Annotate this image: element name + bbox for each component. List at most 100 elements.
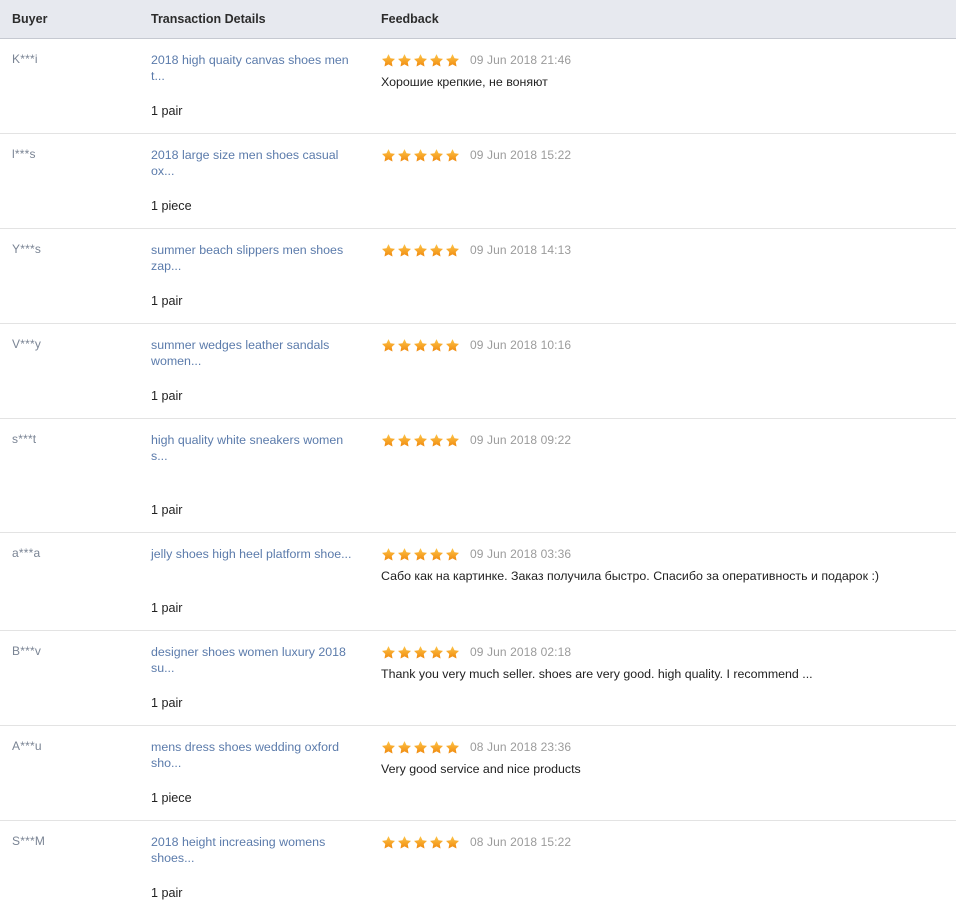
- buyer-name: A***u: [12, 739, 42, 753]
- quantity-label: 1 pair: [151, 389, 183, 403]
- quantity-label: 1 pair: [151, 696, 183, 710]
- star-icon: [382, 243, 395, 256]
- star-rating: [381, 53, 460, 68]
- product-link[interactable]: 2018 height increasing womens shoes...: [151, 834, 361, 866]
- feedback-cell: 08 Jun 2018 15:22: [375, 821, 956, 903]
- star-icon: [446, 243, 459, 256]
- star-icon: [430, 53, 443, 66]
- feedback-cell: 09 Jun 2018 09:22: [375, 419, 956, 533]
- star-icon: [430, 740, 443, 753]
- quantity-label: 1 pair: [151, 503, 183, 517]
- transaction-details-cell: mens dress shoes wedding oxford sho... 1 …: [145, 726, 375, 821]
- feedback-timestamp: 08 Jun 2018 23:36: [470, 740, 572, 754]
- buyer-name: K***i: [12, 52, 38, 66]
- transaction-details-cell: summer wedges leather sandals women... 1 …: [145, 324, 375, 419]
- feedback-cell: 09 Jun 2018 21:46 Хорошие крепкие, не вон…: [375, 39, 956, 134]
- star-icon: [398, 243, 411, 256]
- star-icon: [446, 338, 459, 351]
- star-icon: [446, 547, 459, 560]
- star-icon: [414, 338, 427, 351]
- rating-row: 09 Jun 2018 14:13: [381, 242, 946, 258]
- product-link[interactable]: 2018 high quaity canvas shoes men t...: [151, 52, 361, 84]
- product-link[interactable]: mens dress shoes wedding oxford sho...: [151, 739, 361, 771]
- star-icon: [430, 547, 443, 560]
- table-header-row: Buyer Transaction Details Feedback: [0, 0, 956, 39]
- table-row: V***y summer wedges leather sandals women…: [0, 324, 956, 419]
- star-icon: [382, 547, 395, 560]
- star-icon: [382, 53, 395, 66]
- star-icon: [430, 645, 443, 658]
- feedback-cell: 08 Jun 2018 23:36 Very good service and n…: [375, 726, 956, 821]
- buyer-name: s***t: [12, 432, 37, 446]
- transaction-details-cell: 2018 height increasing womens shoes... 1 …: [145, 821, 375, 903]
- star-icon: [430, 433, 443, 446]
- star-icon: [414, 547, 427, 560]
- product-link[interactable]: summer beach slippers men shoes zap...: [151, 242, 361, 274]
- product-link[interactable]: designer shoes women luxury 2018 su...: [151, 644, 361, 676]
- star-icon: [382, 740, 395, 753]
- quantity-label: 1 pair: [151, 601, 183, 615]
- feedback-timestamp: 09 Jun 2018 09:22: [470, 433, 572, 447]
- star-icon: [398, 338, 411, 351]
- star-rating: [381, 148, 460, 163]
- quantity-label: 1 pair: [151, 294, 183, 308]
- column-header-feedback: Feedback: [375, 0, 956, 39]
- product-link[interactable]: summer wedges leather sandals women...: [151, 337, 361, 369]
- star-icon: [398, 433, 411, 446]
- quantity-label: 1 piece: [151, 199, 192, 213]
- buyer-name: Y***s: [12, 242, 42, 256]
- buyer-name: a***a: [12, 546, 41, 560]
- star-rating: [381, 338, 460, 353]
- buyer-name: S***M: [12, 834, 46, 848]
- product-link[interactable]: 2018 large size men shoes casual ox...: [151, 147, 361, 179]
- star-icon: [430, 243, 443, 256]
- star-rating: [381, 740, 460, 755]
- feedback-cell: 09 Jun 2018 10:16: [375, 324, 956, 419]
- star-icon: [414, 433, 427, 446]
- rating-row: 08 Jun 2018 23:36: [381, 739, 946, 755]
- star-icon: [398, 740, 411, 753]
- product-link[interactable]: high quality white sneakers women s...: [151, 432, 361, 464]
- table-row: B***v designer shoes women luxury 2018 su…: [0, 631, 956, 726]
- transaction-details-cell: summer beach slippers men shoes zap... 1 …: [145, 229, 375, 324]
- star-rating: [381, 433, 460, 448]
- feedback-timestamp: 09 Jun 2018 14:13: [470, 243, 572, 257]
- rating-row: 09 Jun 2018 09:22: [381, 432, 946, 448]
- buyer-name: l***s: [12, 147, 36, 161]
- star-icon: [382, 645, 395, 658]
- star-rating: [381, 645, 460, 660]
- feedback-timestamp: 09 Jun 2018 21:46: [470, 53, 572, 67]
- star-icon: [446, 835, 459, 848]
- transaction-details-cell: jelly shoes high heel platform shoe... 1 …: [145, 533, 375, 631]
- star-icon: [398, 148, 411, 161]
- table-header: Buyer Transaction Details Feedback: [0, 0, 956, 39]
- rating-row: 08 Jun 2018 15:22: [381, 834, 946, 850]
- star-icon: [382, 433, 395, 446]
- table-row: a***a jelly shoes high heel platform shoe…: [0, 533, 956, 631]
- column-header-buyer: Buyer: [0, 0, 145, 39]
- star-rating: [381, 547, 460, 562]
- feedback-cell: 09 Jun 2018 14:13: [375, 229, 956, 324]
- star-icon: [414, 645, 427, 658]
- feedback-timestamp: 08 Jun 2018 15:22: [470, 835, 572, 849]
- star-icon: [414, 835, 427, 848]
- feedback-timestamp: 09 Jun 2018 03:36: [470, 547, 572, 561]
- transaction-details-cell: 2018 high quaity canvas shoes men t... 1 …: [145, 39, 375, 134]
- column-header-transaction-details: Transaction Details: [145, 0, 375, 39]
- star-icon: [382, 148, 395, 161]
- table-body: K***i 2018 high quaity canvas shoes men t…: [0, 39, 956, 903]
- star-icon: [398, 835, 411, 848]
- product-link[interactable]: jelly shoes high heel platform shoe...: [151, 546, 361, 562]
- table-row: S***M 2018 height increasing womens shoes…: [0, 821, 956, 903]
- feedback-comment: Thank you very much seller. shoes are ve…: [381, 667, 813, 681]
- table-row: K***i 2018 high quaity canvas shoes men t…: [0, 39, 956, 134]
- table-row: l***s 2018 large size men shoes casual ox…: [0, 134, 956, 229]
- rating-row: 09 Jun 2018 21:46: [381, 52, 946, 68]
- star-icon: [414, 740, 427, 753]
- quantity-label: 1 pair: [151, 104, 183, 118]
- feedback-timestamp: 09 Jun 2018 15:22: [470, 148, 572, 162]
- transaction-details-cell: designer shoes women luxury 2018 su... 1 …: [145, 631, 375, 726]
- feedback-table: Buyer Transaction Details Feedback K***i…: [0, 0, 956, 903]
- feedback-comment: Сабо как на картинке. Заказ получила быс…: [381, 569, 880, 583]
- star-icon: [430, 835, 443, 848]
